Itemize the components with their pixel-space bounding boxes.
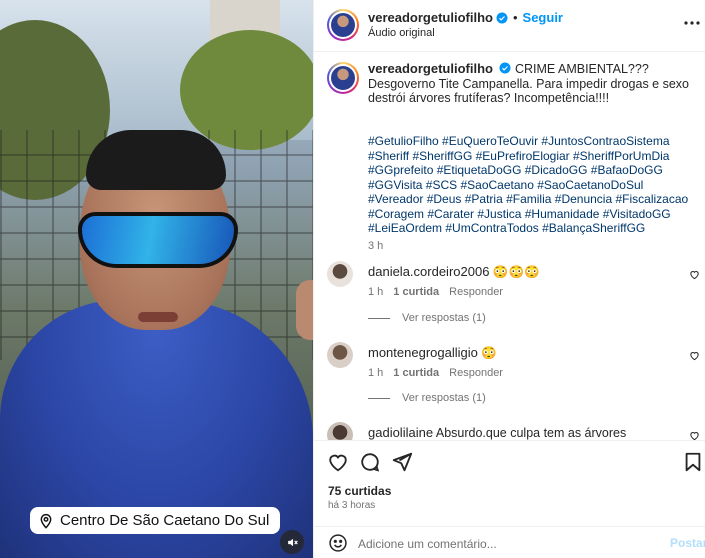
original-audio-link[interactable]: Áudio original bbox=[368, 27, 435, 39]
post-comment-button[interactable]: Postar bbox=[670, 536, 705, 550]
mute-button[interactable] bbox=[280, 530, 304, 554]
comment-heart-icon[interactable] bbox=[689, 430, 700, 440]
comment-likes[interactable]: 1 curtida bbox=[393, 286, 439, 298]
post-header: vereadorgetuliofilho • Seguir Áudio orig… bbox=[314, 0, 705, 52]
media-person-hair bbox=[86, 130, 226, 190]
post-actions-bar bbox=[314, 440, 705, 480]
caption-text: vereadorgetuliofilho CRIME AMBIENTAL??? … bbox=[368, 61, 693, 106]
author-line: vereadorgetuliofilho • Seguir bbox=[368, 10, 563, 25]
verified-badge-icon bbox=[496, 12, 508, 23]
comment-time[interactable]: 1 h bbox=[368, 286, 383, 298]
comment-text: 😳 bbox=[481, 346, 497, 360]
verified-badge-icon bbox=[499, 62, 511, 74]
caption-avatar[interactable] bbox=[327, 62, 359, 94]
author-avatar[interactable] bbox=[327, 9, 359, 41]
post-side-panel: vereadorgetuliofilho • Seguir Áudio orig… bbox=[313, 0, 705, 558]
caption-time[interactable]: 3 h bbox=[368, 240, 383, 252]
location-pin-icon bbox=[40, 513, 52, 529]
comment-body: daniela.cordeiro2006 😳😳😳 bbox=[368, 264, 540, 280]
caption-username[interactable]: vereadorgetuliofilho bbox=[368, 61, 493, 76]
author-username[interactable]: vereadorgetuliofilho bbox=[368, 10, 493, 25]
post-media[interactable]: Centro De São Caetano Do Sul bbox=[0, 0, 313, 558]
reply-button[interactable]: Responder bbox=[449, 367, 503, 379]
location-label: Centro De São Caetano Do Sul bbox=[60, 512, 270, 529]
save-bookmark-icon[interactable] bbox=[682, 451, 704, 473]
comment-text: Absurdo.que culpa tem as árvores bbox=[435, 426, 627, 440]
share-paper-plane-icon[interactable] bbox=[391, 451, 413, 473]
separator: • bbox=[512, 10, 518, 25]
view-replies[interactable]: Ver respostas (1) bbox=[368, 392, 486, 404]
comments-scroll-area[interactable]: vereadorgetuliofilho CRIME AMBIENTAL??? … bbox=[314, 52, 705, 440]
comment-meta: 1 h 1 curtida Responder bbox=[368, 286, 503, 298]
location-sticker[interactable]: Centro De São Caetano Do Sul bbox=[30, 507, 281, 534]
media-person-hand bbox=[296, 280, 313, 340]
commenter-avatar[interactable] bbox=[327, 261, 353, 287]
commenter-username[interactable]: gadiolilaine bbox=[368, 425, 433, 440]
replies-line bbox=[368, 397, 390, 399]
comment-heart-icon[interactable] bbox=[689, 350, 700, 361]
like-heart-icon[interactable] bbox=[327, 451, 349, 473]
comment-input[interactable] bbox=[358, 534, 648, 554]
comment-text: 😳😳😳 bbox=[492, 265, 540, 279]
comment-bubble-icon[interactable] bbox=[359, 451, 381, 473]
replies-line bbox=[368, 317, 390, 319]
comment-likes[interactable]: 1 curtida bbox=[393, 367, 439, 379]
speaker-muted-icon bbox=[287, 538, 298, 546]
reply-button[interactable]: Responder bbox=[449, 286, 503, 298]
comment-meta: 1 h 1 curtida Responder bbox=[368, 367, 503, 379]
comment-heart-icon[interactable] bbox=[689, 269, 700, 280]
comment-time[interactable]: 1 h bbox=[368, 367, 383, 379]
commenter-avatar[interactable] bbox=[327, 422, 353, 440]
view-replies-label: Ver respostas (1) bbox=[402, 392, 486, 404]
view-replies[interactable]: Ver respostas (1) bbox=[368, 312, 486, 324]
media-person-mouth bbox=[138, 312, 178, 322]
view-replies-label: Ver respostas (1) bbox=[402, 312, 486, 324]
caption-hashtags[interactable]: #GetulioFilho #EuQueroTeOuvir #JuntosCon… bbox=[368, 134, 698, 236]
likes-count[interactable]: 75 curtidas bbox=[328, 484, 391, 498]
emoji-smiley-icon[interactable] bbox=[328, 533, 348, 553]
more-options-icon[interactable] bbox=[682, 15, 702, 31]
media-person-sunglasses bbox=[78, 212, 238, 268]
commenter-username[interactable]: daniela.cordeiro2006 bbox=[368, 264, 489, 279]
comment-body: montenegrogalligio 😳 bbox=[368, 345, 497, 361]
follow-button[interactable]: Seguir bbox=[523, 10, 563, 25]
commenter-username[interactable]: montenegrogalligio bbox=[368, 345, 478, 360]
add-comment-bar: Postar bbox=[314, 526, 705, 558]
comment-body: gadiolilaine Absurdo.que culpa tem as ár… bbox=[368, 425, 626, 440]
commenter-avatar[interactable] bbox=[327, 342, 353, 368]
post-age[interactable]: há 3 horas bbox=[328, 500, 375, 511]
